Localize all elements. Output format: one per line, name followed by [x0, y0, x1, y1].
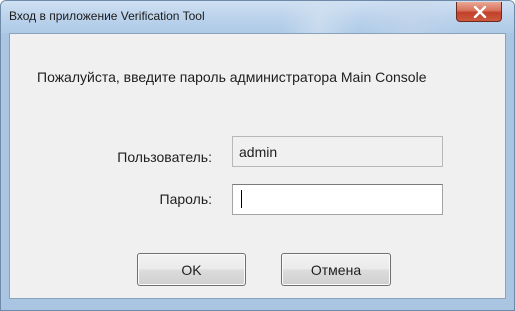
title-bar[interactable]: Вход в приложение Verification Tool [1, 1, 514, 33]
window-title: Вход в приложение Verification Tool [9, 9, 205, 23]
close-x-icon [473, 6, 487, 18]
cancel-button[interactable]: Отмена [281, 253, 391, 286]
close-button[interactable] [456, 2, 502, 22]
dialog-body: Пожалуйста, введите пароль администратор… [9, 33, 506, 299]
user-field[interactable] [232, 136, 443, 167]
instruction-message: Пожалуйста, введите пароль администратор… [37, 69, 427, 85]
password-field[interactable] [232, 184, 443, 215]
login-dialog-window: Вход в приложение Verification Tool Пожа… [0, 0, 515, 311]
text-caret [241, 190, 242, 208]
ok-button[interactable]: OK [137, 253, 246, 286]
user-label: Пользователь: [117, 149, 212, 165]
password-label: Пароль: [159, 191, 212, 207]
